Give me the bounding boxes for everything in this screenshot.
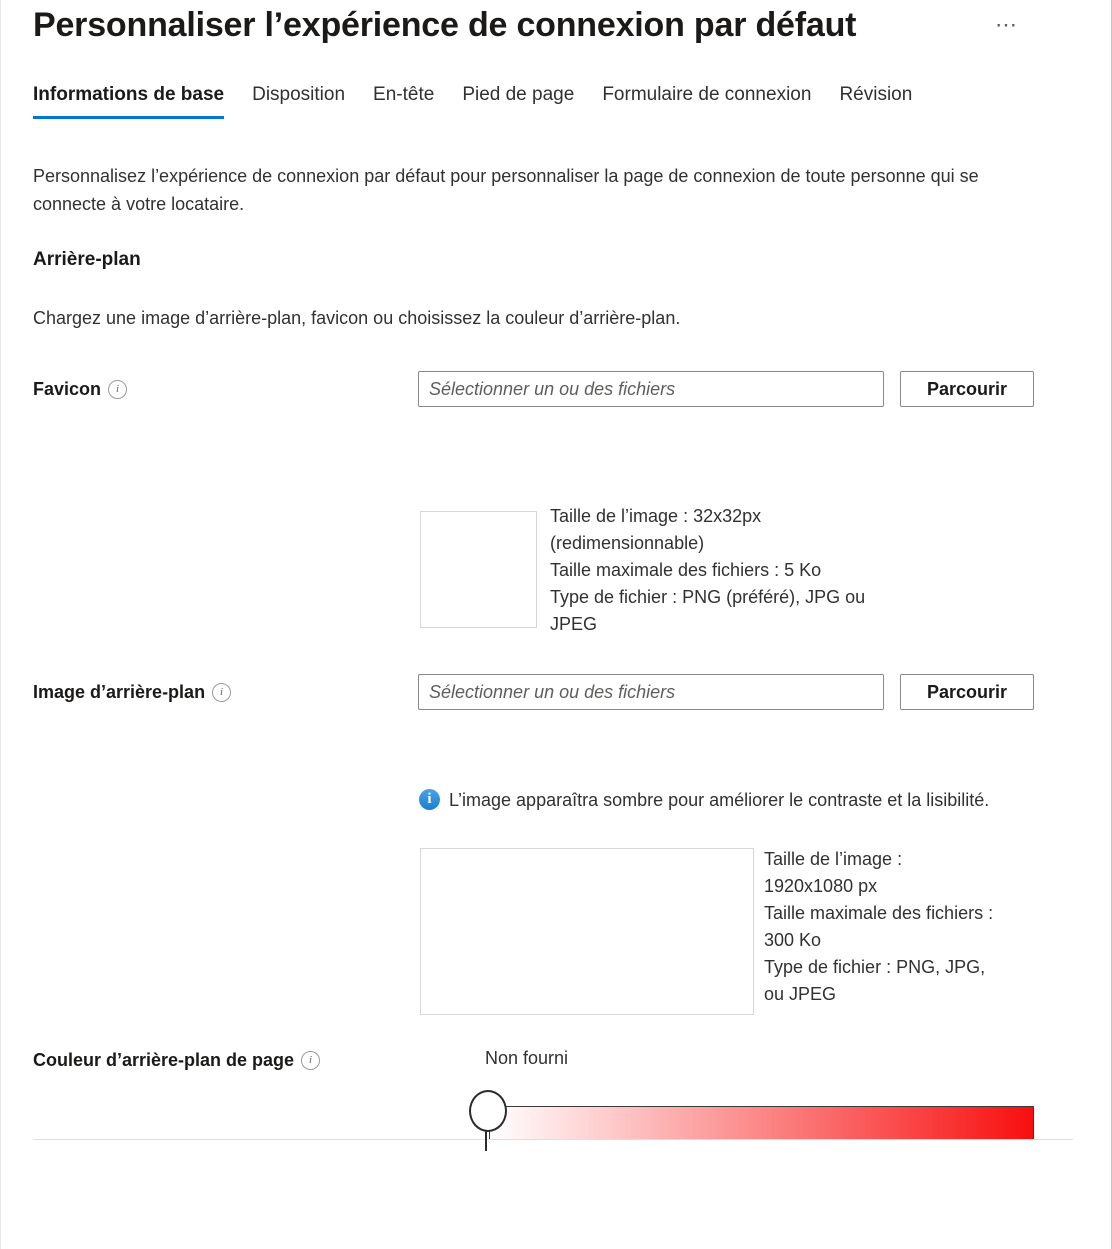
background-image-specs-text: Taille de l’image : 1920x1080 px Taille … <box>764 849 994 1004</box>
background-image-label-text: Image d’arrière-plan <box>33 682 206 702</box>
page-title: Personnaliser l’expérience de connexion … <box>33 6 857 44</box>
page-background-color-slider[interactable] <box>469 1090 1034 1151</box>
tab-en-tete[interactable]: En-tête <box>359 84 448 119</box>
intro-paragraph: Personnalisez l’expérience de connexion … <box>33 166 979 214</box>
wizard-tabs: Informations de base Disposition En-tête… <box>33 84 926 119</box>
tab-formulaire-de-connexion[interactable]: Formulaire de connexion <box>588 84 825 119</box>
info-filled-icon: i <box>419 789 440 810</box>
page-background-color-value: Non fourni <box>485 1048 569 1068</box>
info-icon[interactable]: i <box>212 683 232 702</box>
background-image-notice-text: L’image apparaîtra sombre pour améliorer… <box>449 790 990 810</box>
page-background-color-label: Couleur d’arrière-plan de page i <box>33 1050 321 1071</box>
tab-label: Formulaire de connexion <box>602 84 812 105</box>
page-background-color-label-text: Couleur d’arrière-plan de page <box>33 1050 295 1070</box>
tab-revision[interactable]: Révision <box>825 84 926 119</box>
tab-label: Révision <box>839 84 913 105</box>
favicon-label: Favicon i <box>33 379 128 400</box>
info-icon[interactable]: i <box>108 380 128 399</box>
more-options-icon[interactable]: ⋯ <box>991 14 1021 44</box>
favicon-preview-box <box>420 511 537 628</box>
customize-signin-experience-panel: Personnaliser l’expérience de connexion … <box>0 0 1112 1249</box>
tab-label: Informations de base <box>33 84 225 105</box>
favicon-file-input[interactable] <box>418 371 884 407</box>
tab-label: En-tête <box>373 84 435 105</box>
tab-label: Pied de page <box>462 84 575 105</box>
favicon-browse-button[interactable]: Parcourir <box>900 371 1034 407</box>
info-icon[interactable]: i <box>301 1051 321 1070</box>
color-gradient-track[interactable] <box>489 1106 1034 1142</box>
background-image-label: Image d’arrière-plan i <box>33 682 232 703</box>
section-title-background: Arrière-plan <box>33 249 141 270</box>
tab-pied-de-page[interactable]: Pied de page <box>448 84 588 119</box>
favicon-label-text: Favicon <box>33 379 102 399</box>
wizard-footer: Vérifier + créer ‹ Précédent Suivant : D… <box>1 1140 1111 1249</box>
favicon-specs-text: Taille de l’image : 32x32px (redimension… <box>550 506 866 634</box>
background-image-browse-button[interactable]: Parcourir <box>900 674 1034 710</box>
background-image-notice: i L’image apparaîtra sombre pour amélior… <box>419 787 1019 813</box>
background-image-file-input[interactable] <box>418 674 884 710</box>
section-description-background: Chargez une image d’arrière-plan, favico… <box>33 308 681 328</box>
tab-informations-de-base[interactable]: Informations de base <box>33 84 238 119</box>
tab-disposition[interactable]: Disposition <box>238 84 359 119</box>
tab-label: Disposition <box>252 84 346 105</box>
color-slider-thumb[interactable] <box>469 1090 507 1132</box>
background-image-preview-box <box>420 848 754 1015</box>
